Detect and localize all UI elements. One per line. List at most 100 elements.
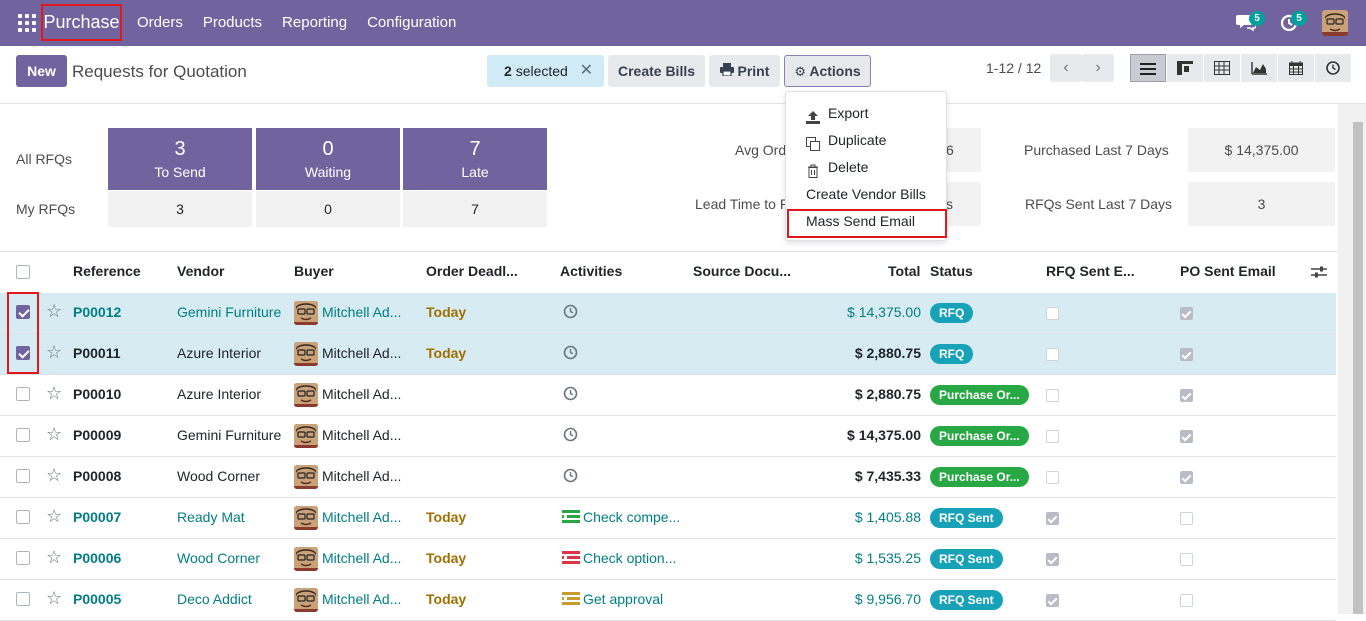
row-buyer[interactable]: Mitchell Ad... <box>322 427 414 443</box>
row-reference[interactable]: P00006 <box>73 550 168 566</box>
my-waiting-value[interactable]: 0 <box>256 191 400 227</box>
menu-reporting[interactable]: Reporting <box>282 0 347 46</box>
tile-waiting[interactable]: 0 Waiting <box>256 128 400 190</box>
menu-orders[interactable]: Orders <box>137 0 183 46</box>
row-checkbox[interactable] <box>16 428 30 442</box>
row-checkbox[interactable] <box>16 510 30 524</box>
pager-previous-button[interactable]: ‹ <box>1050 54 1082 82</box>
row-vendor[interactable]: Wood Corner <box>177 468 287 484</box>
table-row[interactable]: ☆ P00009 Gemini Furniture Mitchell Ad... $ 1… <box>0 416 1336 457</box>
row-reference[interactable]: P00010 <box>73 386 168 402</box>
activity-clock-icon[interactable] <box>563 304 578 322</box>
favorite-star-icon[interactable]: ☆ <box>46 301 62 322</box>
row-vendor[interactable]: Azure Interior <box>177 345 287 361</box>
table-row[interactable]: ☆ P00005 Deco Addict Mitchell Ad... Today Get… <box>0 580 1336 621</box>
row-vendor[interactable]: Wood Corner <box>177 550 287 566</box>
row-buyer[interactable]: Mitchell Ad... <box>322 345 414 361</box>
row-checkbox[interactable] <box>16 469 30 483</box>
scrollbar-thumb[interactable] <box>1353 122 1363 614</box>
table-row[interactable]: ☆ P00011 Azure Interior Mitchell Ad... Today… <box>0 334 1336 375</box>
row-buyer[interactable]: Mitchell Ad... <box>322 468 414 484</box>
kanban-view-button[interactable] <box>1167 54 1203 82</box>
row-reference[interactable]: P00008 <box>73 468 168 484</box>
optional-columns-icon[interactable] <box>1311 265 1327 282</box>
user-avatar[interactable] <box>1322 10 1348 36</box>
col-activities[interactable]: Activities <box>560 263 622 279</box>
row-checkbox[interactable] <box>16 551 30 565</box>
table-row[interactable]: ☆ P00007 Ready Mat Mitchell Ad... Today Check… <box>0 498 1336 539</box>
col-vendor[interactable]: Vendor <box>177 263 224 279</box>
row-vendor[interactable]: Gemini Furniture <box>177 304 287 320</box>
row-activity-summary[interactable]: Get approval <box>583 591 683 607</box>
favorite-star-icon[interactable]: ☆ <box>46 547 62 568</box>
graph-view-button[interactable] <box>1241 54 1277 82</box>
menu-products[interactable]: Products <box>203 0 262 46</box>
col-total[interactable]: Total <box>888 263 920 279</box>
print-button[interactable]: Print <box>709 55 780 87</box>
row-checkbox[interactable] <box>16 387 30 401</box>
col-order-deadline[interactable]: Order Deadl... <box>426 263 518 279</box>
list-view-button[interactable] <box>1130 54 1166 82</box>
row-buyer[interactable]: Mitchell Ad... <box>322 386 414 402</box>
favorite-star-icon[interactable]: ☆ <box>46 465 62 486</box>
favorite-star-icon[interactable]: ☆ <box>46 383 62 404</box>
action-create-vendor-bills[interactable]: Create Vendor Bills <box>806 182 926 206</box>
row-buyer[interactable]: Mitchell Ad... <box>322 304 414 320</box>
row-buyer[interactable]: Mitchell Ad... <box>322 591 414 607</box>
table-row[interactable]: ☆ P00010 Azure Interior Mitchell Ad... $ 2,8… <box>0 375 1336 416</box>
app-name[interactable]: Purchase <box>41 4 122 41</box>
row-vendor[interactable]: Gemini Furniture <box>177 427 287 443</box>
row-checkbox[interactable] <box>16 592 30 606</box>
activity-type-icon[interactable] <box>562 551 580 568</box>
table-row[interactable]: ☆ P00012 Gemini Furniture Mitchell Ad... Tod… <box>0 293 1336 334</box>
row-reference[interactable]: P00009 <box>73 427 168 443</box>
activity-clock-icon[interactable] <box>563 386 578 404</box>
activity-view-button[interactable] <box>1315 54 1351 82</box>
activity-type-icon[interactable] <box>562 510 580 527</box>
pivot-view-button[interactable] <box>1204 54 1240 82</box>
favorite-star-icon[interactable]: ☆ <box>46 424 62 445</box>
row-activity-summary[interactable]: Check option... <box>583 550 683 566</box>
unselect-close-icon[interactable]: ✕ <box>580 55 593 87</box>
favorite-star-icon[interactable]: ☆ <box>46 506 62 527</box>
row-reference[interactable]: P00007 <box>73 509 168 525</box>
col-po-sent-email[interactable]: PO Sent Email <box>1180 263 1276 279</box>
favorite-star-icon[interactable]: ☆ <box>46 342 62 363</box>
app-menu-icon[interactable] <box>18 14 36 32</box>
col-status[interactable]: Status <box>930 263 973 279</box>
action-duplicate[interactable]: Duplicate <box>806 128 886 152</box>
create-bills-button[interactable]: Create Bills <box>608 55 705 87</box>
calendar-view-button[interactable] <box>1278 54 1314 82</box>
menu-configuration[interactable]: Configuration <box>367 0 456 46</box>
actions-button[interactable]: ⚙ Actions <box>784 55 871 87</box>
action-export[interactable]: Export <box>806 101 868 125</box>
new-button[interactable]: New <box>16 55 67 87</box>
activity-clock-icon[interactable] <box>563 468 578 486</box>
tile-late[interactable]: 7 Late <box>403 128 547 190</box>
row-buyer[interactable]: Mitchell Ad... <box>322 509 414 525</box>
select-all-checkbox[interactable] <box>16 265 30 279</box>
row-vendor[interactable]: Ready Mat <box>177 509 287 525</box>
table-row[interactable]: ☆ P00008 Wood Corner Mitchell Ad... $ 7,435.… <box>0 457 1336 498</box>
row-vendor[interactable]: Deco Addict <box>177 591 287 607</box>
row-activity-summary[interactable]: Check compe... <box>583 509 683 525</box>
my-to-send-value[interactable]: 3 <box>108 191 252 227</box>
action-delete[interactable]: Delete <box>806 155 868 179</box>
row-buyer[interactable]: Mitchell Ad... <box>322 550 414 566</box>
col-reference[interactable]: Reference <box>73 263 141 279</box>
activity-clock-icon[interactable] <box>563 427 578 445</box>
row-reference[interactable]: P00011 <box>73 345 168 361</box>
row-vendor[interactable]: Azure Interior <box>177 386 287 402</box>
row-reference[interactable]: P00012 <box>73 304 168 320</box>
tile-to-send[interactable]: 3 To Send <box>108 128 252 190</box>
col-source-document[interactable]: Source Docu... <box>693 263 791 279</box>
pager-value[interactable]: 1-12 / 12 <box>986 60 1041 76</box>
my-late-value[interactable]: 7 <box>403 191 547 227</box>
activity-type-icon[interactable] <box>562 592 580 609</box>
table-row[interactable]: ☆ P00006 Wood Corner Mitchell Ad... Today Che… <box>0 539 1336 580</box>
row-reference[interactable]: P00005 <box>73 591 168 607</box>
favorite-star-icon[interactable]: ☆ <box>46 588 62 609</box>
pager-next-button[interactable]: › <box>1082 54 1114 82</box>
col-rfq-sent-email[interactable]: RFQ Sent E... <box>1046 263 1135 279</box>
activity-clock-icon[interactable] <box>563 345 578 363</box>
